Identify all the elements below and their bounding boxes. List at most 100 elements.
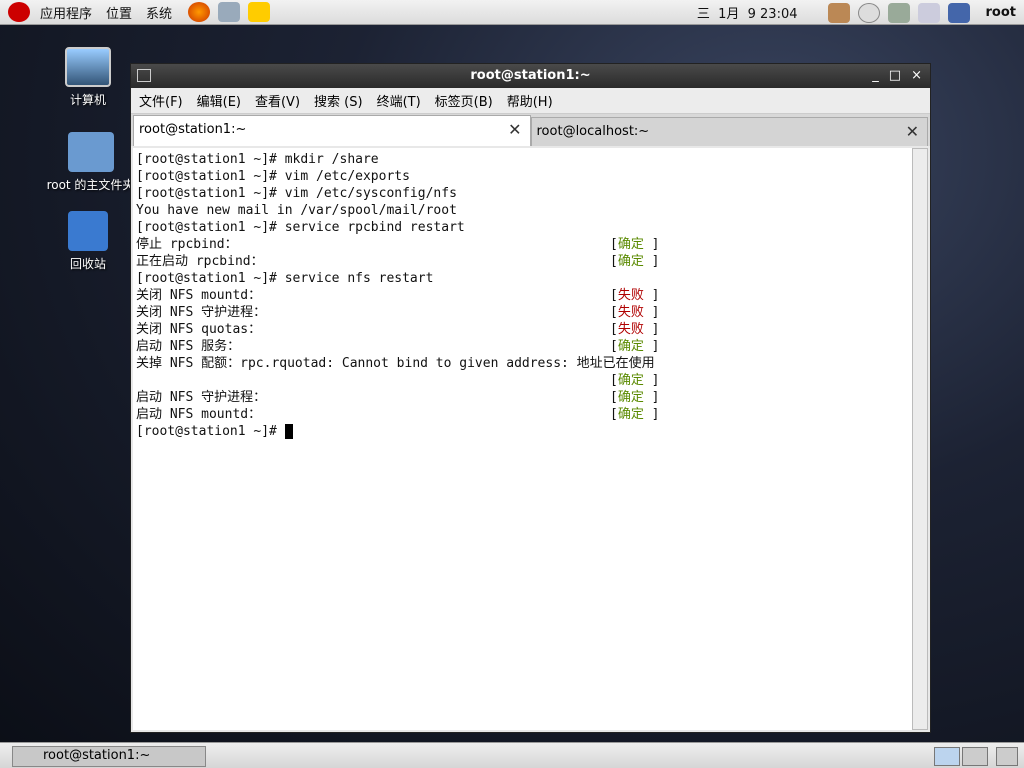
menu-terminal[interactable]: 终端(T) xyxy=(377,91,421,110)
menu-applications[interactable]: 应用程序 xyxy=(40,3,92,22)
menu-system[interactable]: 系统 xyxy=(146,3,172,22)
close-tab-icon[interactable]: ✕ xyxy=(906,122,919,141)
close-button[interactable]: × xyxy=(911,68,922,83)
network-icon[interactable] xyxy=(887,2,910,23)
status-label: 确定 xyxy=(617,373,644,388)
status-fail: [失败 ] xyxy=(610,288,660,303)
terminal-line: [root@station1 ~]# service rpcbind resta… xyxy=(136,219,910,236)
line-text: 关闭 NFS quotas： xyxy=(136,322,262,337)
line-text: [root@station1 ~]# mkdir /share xyxy=(136,152,379,167)
line-text: 关掉 NFS 配额：rpc.rquotad: Cannot bind to gi… xyxy=(136,356,655,371)
status-ok: [确定 ] xyxy=(610,339,660,354)
trash-icon xyxy=(68,211,108,251)
terminal-icon xyxy=(137,69,151,82)
label: 回收站 xyxy=(69,257,106,271)
status-label: 失败 xyxy=(617,322,644,337)
tab-localhost[interactable]: root@localhost:~ ✕ xyxy=(530,117,928,146)
menu-bar: 文件(F) 编辑(E) 查看(V) 搜索 (S) 终端(T) 标签页(B) 帮助… xyxy=(131,88,930,114)
status-ok: [确定 ] xyxy=(610,237,660,252)
update-icon[interactable] xyxy=(827,2,850,23)
tab-label: root@localhost:~ xyxy=(536,124,650,139)
terminal-line: 启动 NFS mountd： [确定 ] xyxy=(136,406,910,423)
volume-icon[interactable] xyxy=(917,2,940,23)
cursor xyxy=(284,424,293,439)
line-text: 启动 NFS mountd： xyxy=(136,407,262,422)
terminal-line: 关闭 NFS quotas： [失败 ] xyxy=(136,321,910,338)
menu-edit[interactable]: 编辑(E) xyxy=(197,91,241,110)
clock[interactable]: 三 1月 9 23:04 xyxy=(697,3,798,22)
tab-label: root@station1:~ xyxy=(139,122,247,137)
status-label: 确定 xyxy=(617,407,644,422)
desktop-icon-trash[interactable]: 回收站 xyxy=(43,211,133,272)
notes-icon[interactable] xyxy=(248,2,271,22)
firefox-icon[interactable] xyxy=(188,2,211,22)
workspace-1[interactable] xyxy=(934,747,960,766)
terminal-line: 正在启动 rpcbind： [确定 ] xyxy=(136,253,910,270)
status-label: 确定 xyxy=(617,339,644,354)
line-text: 关闭 NFS 守护进程： xyxy=(136,305,267,320)
status-fail: [失败 ] xyxy=(610,322,660,337)
line-text: [root@station1 ~]# xyxy=(136,424,285,439)
title-bar[interactable]: root@station1:~ _ □ × xyxy=(131,64,930,88)
line-text: [root@station1 ~]# vim /etc/sysconfig/nf… xyxy=(136,186,457,201)
terminal-line: 启动 NFS 服务： [确定 ] xyxy=(136,338,910,355)
terminal-line: 关闭 NFS mountd： [失败 ] xyxy=(136,287,910,304)
line-text: 启动 NFS 服务： xyxy=(136,339,241,354)
terminal-line: 关闭 NFS 守护进程： [失败 ] xyxy=(136,304,910,321)
status-label: 失败 xyxy=(617,305,644,320)
line-text: 启动 NFS 守护进程： xyxy=(136,390,267,405)
line-text: 正在启动 rpcbind： xyxy=(136,254,264,269)
window-title: root@station1:~ xyxy=(470,68,591,83)
terminal-line: 关掉 NFS 配额：rpc.rquotad: Cannot bind to gi… xyxy=(136,355,910,372)
terminal-window: root@station1:~ _ □ × 文件(F) 编辑(E) 查看(V) 搜索… xyxy=(130,63,931,733)
computer-icon xyxy=(65,47,111,87)
terminal-line: [root@station1 ~]# xyxy=(136,423,910,440)
minimize-button[interactable]: _ xyxy=(872,68,879,83)
terminal-output[interactable]: [root@station1 ~]# mkdir /share [root@sta… xyxy=(133,148,913,730)
terminal-line: [root@station1 ~]# mkdir /share xyxy=(136,151,910,168)
desktop-icon-home[interactable]: root 的主文件夹 xyxy=(43,132,138,193)
menu-search[interactable]: 搜索 (S) xyxy=(314,91,363,110)
display-icon[interactable] xyxy=(947,2,970,23)
taskbar-item-terminal[interactable]: root@station1:~ xyxy=(12,746,206,767)
gauge-icon[interactable] xyxy=(857,2,880,23)
redhat-logo-icon[interactable] xyxy=(8,2,30,22)
terminal-line: 启动 NFS 守护进程： [确定 ] xyxy=(136,389,910,406)
terminal-line: You have new mail in /var/spool/mail/roo… xyxy=(136,202,910,219)
taskbar-label: root@station1:~ xyxy=(43,748,151,763)
menu-view[interactable]: 查看(V) xyxy=(255,91,300,110)
tab-station1[interactable]: root@station1:~ ✕ xyxy=(133,115,531,146)
maximize-button[interactable]: □ xyxy=(889,68,901,83)
menu-help[interactable]: 帮助(H) xyxy=(507,91,553,110)
terminal-line: [确定 ] xyxy=(136,372,910,389)
status-ok: [确定 ] xyxy=(610,373,660,388)
top-panel: 应用程序 位置 系统 三 1月 9 23:04 root xyxy=(0,0,1024,25)
menu-places[interactable]: 位置 xyxy=(106,3,132,22)
workspace-2[interactable] xyxy=(962,747,988,766)
status-label: 失败 xyxy=(617,288,644,303)
status-ok: [确定 ] xyxy=(610,254,660,269)
label: root 的主文件夹 xyxy=(46,178,135,192)
user-name[interactable]: root xyxy=(986,5,1017,20)
status-label: 确定 xyxy=(617,254,644,269)
status-label: 确定 xyxy=(617,237,644,252)
bottom-panel: root@station1:~ xyxy=(0,742,1024,768)
line-text: 关闭 NFS mountd： xyxy=(136,288,262,303)
line-text: [root@station1 ~]# service nfs restart xyxy=(136,271,434,286)
terminal-line: [root@station1 ~]# vim /etc/exports xyxy=(136,168,910,185)
mail-icon[interactable] xyxy=(218,2,241,22)
close-tab-icon[interactable]: ✕ xyxy=(508,120,521,139)
scrollbar[interactable] xyxy=(912,148,928,730)
status-label: 确定 xyxy=(617,390,644,405)
terminal-line: [root@station1 ~]# service nfs restart xyxy=(136,270,910,287)
line-text: 停止 rpcbind： xyxy=(136,237,238,252)
label: 计算机 xyxy=(69,93,106,107)
trash-applet-icon[interactable] xyxy=(996,747,1018,766)
status-ok: [确定 ] xyxy=(610,407,660,422)
line-text: You have new mail in /var/spool/mail/roo… xyxy=(136,203,457,218)
menu-file[interactable]: 文件(F) xyxy=(139,91,183,110)
tab-bar: root@station1:~ ✕ root@localhost:~ ✕ xyxy=(131,114,930,146)
desktop-icon-computer[interactable]: 计算机 xyxy=(43,47,133,108)
status-ok: [确定 ] xyxy=(610,390,660,405)
menu-tabs[interactable]: 标签页(B) xyxy=(435,91,493,110)
